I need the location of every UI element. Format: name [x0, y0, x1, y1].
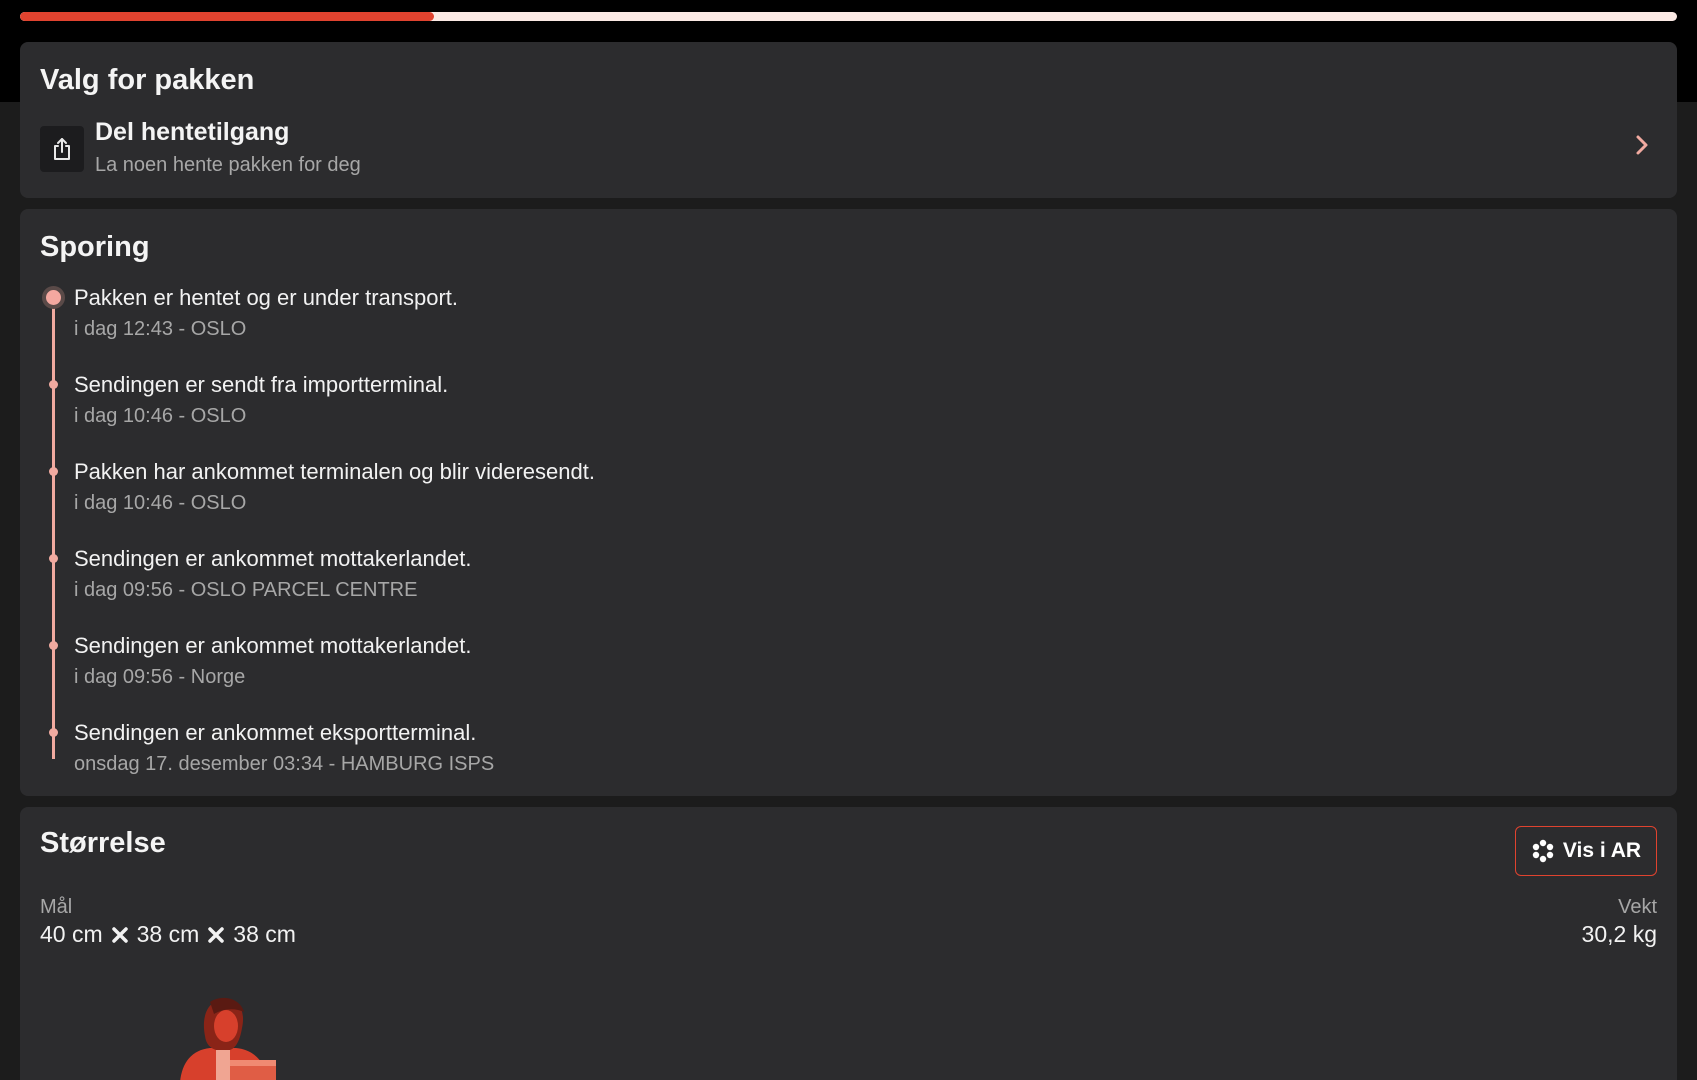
timeline-dot [49, 380, 58, 389]
timeline-dot [49, 554, 58, 563]
tracking-event-meta: i dag 12:43 - OSLO [74, 318, 247, 340]
weight-value: 30,2 kg [1581, 921, 1657, 947]
size-card: Størrelse Vis i AR Mål 40 cm 38 cm 38 cm… [20, 807, 1677, 1080]
share-icon [40, 126, 84, 172]
tracking-event-meta: i dag 10:46 - OSLO [74, 492, 247, 514]
tracking-event-text: Pakken er hentet og er under transport. [74, 285, 459, 310]
share-pickup-title: Del hentetilgang [95, 118, 290, 146]
tracking-event-text: Sendingen er ankommet mottakerlandet. [74, 633, 472, 658]
tracking-event: Sendingen er ankommet eksportterminal. o… [20, 720, 1220, 790]
timeline-current-dot [42, 286, 65, 309]
size-title: Størrelse [40, 827, 166, 859]
timeline-dot [49, 467, 58, 476]
tracking-event-meta: i dag 09:56 - OSLO PARCEL CENTRE [74, 579, 418, 601]
dimension-length: 40 cm [40, 921, 103, 947]
package-options-title: Valg for pakken [40, 64, 255, 96]
dimensions-label: Mål [40, 896, 73, 918]
tracking-event-text: Sendingen er ankommet mottakerlandet. [74, 546, 472, 571]
package-options-card: Valg for pakken Del hentetilgang La noen… [20, 42, 1677, 198]
tracking-event-meta: i dag 10:46 - OSLO [74, 405, 247, 427]
tracking-title: Sporing [40, 231, 150, 263]
tracking-event-meta: onsdag 17. desember 03:34 - HAMBURG ISPS [74, 753, 495, 775]
tracking-event: Sendingen er sendt fra importterminal. i… [20, 372, 1220, 442]
tracking-event: Sendingen er ankommet mottakerlandet. i … [20, 546, 1220, 616]
dimension-width: 38 cm [136, 921, 200, 947]
tracking-event-text: Sendingen er sendt fra importterminal. [74, 372, 449, 397]
share-pickup-subtitle: La noen hente pakken for deg [95, 154, 361, 176]
chevron-right-icon [1631, 130, 1653, 160]
tracking-event: Sendingen er ankommet mottakerlandet. i … [20, 633, 1220, 703]
tracking-event-text: Sendingen er ankommet eksportterminal. [74, 720, 477, 745]
ar-icon [1531, 839, 1555, 863]
delivery-progress-fill [20, 12, 435, 21]
multiply-icon [207, 926, 225, 944]
weight-label: Vekt [1618, 896, 1657, 918]
view-in-ar-label: Vis i AR [1562, 839, 1642, 862]
multiply-icon [111, 926, 129, 944]
delivery-progress-bar [20, 12, 1677, 21]
share-pickup-access-row[interactable]: Del hentetilgang La noen hente pakken fo… [40, 118, 1657, 182]
view-in-ar-button[interactable]: Vis i AR [1515, 826, 1657, 876]
tracking-event: Pakken har ankommet terminalen og blir v… [20, 459, 1220, 529]
tracking-event: Pakken er hentet og er under transport. … [20, 285, 1220, 355]
tracking-event-meta: i dag 09:56 - Norge [74, 666, 246, 688]
timeline-dot [49, 641, 58, 650]
tracking-card: Sporing Pakken er hentet og er under tra… [20, 209, 1677, 796]
dimensions-value: 40 cm 38 cm 38 cm [40, 921, 296, 948]
dimension-height: 38 cm [233, 921, 296, 947]
timeline-dot [49, 728, 58, 737]
tracking-event-text: Pakken har ankommet terminalen og blir v… [74, 459, 595, 484]
person-holding-package-illustration [170, 992, 300, 1080]
